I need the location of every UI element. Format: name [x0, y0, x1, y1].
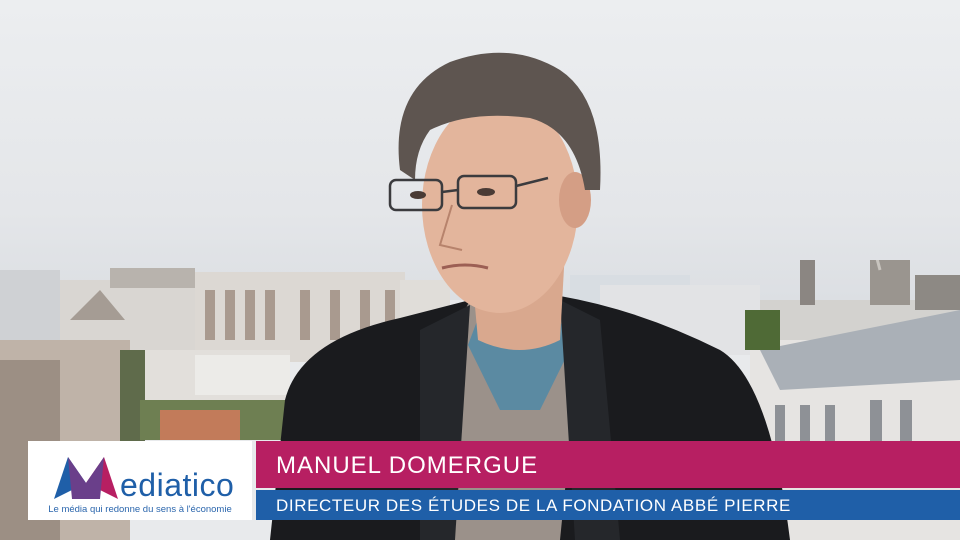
logo-tagline: Le média qui redonne du sens à l'économi… [48, 504, 232, 515]
mediatico-m-logo-icon [54, 457, 118, 499]
name-bar: MANUEL DOMERGUE [256, 441, 960, 488]
mediatico-logo-box: ediatico Le média qui redonne du sens à … [28, 441, 252, 520]
logo-wordmark: ediatico [120, 467, 235, 503]
title-bar: DIRECTEUR DES ÉTUDES DE LA FONDATION ABB… [256, 490, 960, 520]
speaker-title: DIRECTEUR DES ÉTUDES DE LA FONDATION ABB… [276, 496, 791, 515]
speaker-name: MANUEL DOMERGUE [276, 452, 539, 479]
